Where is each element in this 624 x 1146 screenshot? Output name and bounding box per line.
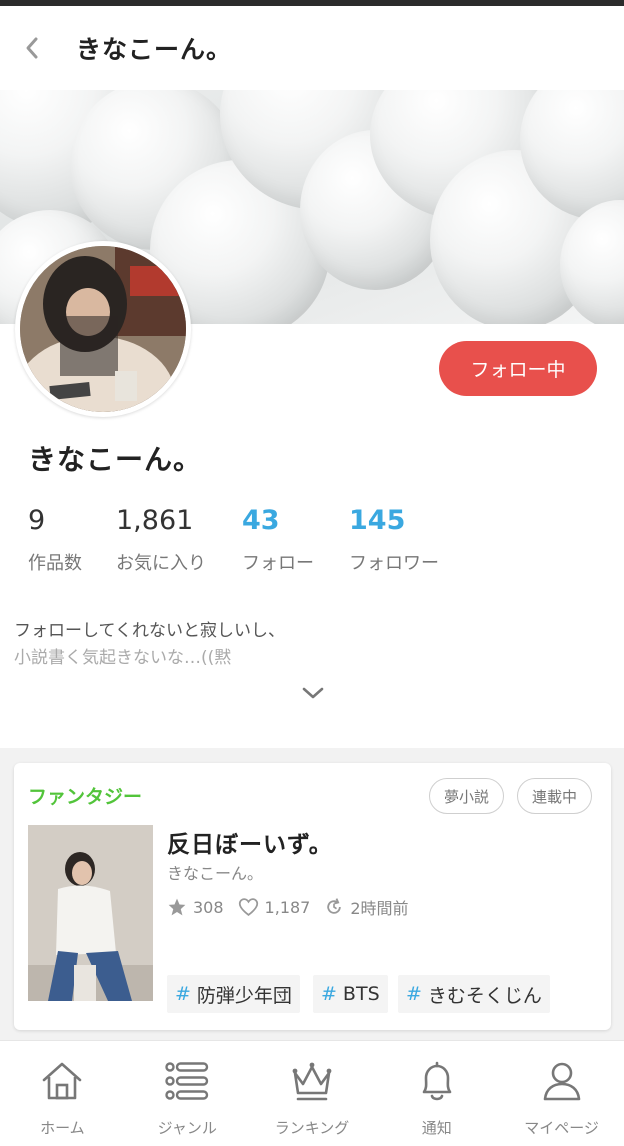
chevron-down-icon [302, 687, 324, 699]
hashtag-label: 防弾少年団 [196, 984, 292, 1007]
likes-count: 1,187 [238, 897, 311, 917]
stat-followers[interactable]: 145 フォロワー [349, 505, 439, 575]
hashtag-bts[interactable]: # BTS [313, 975, 388, 1013]
stat-favorites-value: 1,861 [116, 505, 194, 536]
top-bar: きなこーん。 [0, 6, 624, 90]
updated-time: 2時間前 [324, 895, 409, 919]
heart-icon [238, 898, 258, 916]
user-icon [543, 1062, 580, 1101]
page-title: きなこーん。 [76, 35, 233, 64]
stat-followers-label: フォロワー [349, 553, 439, 574]
back-button[interactable] [0, 6, 64, 90]
nav-home[interactable]: ホーム [0, 1041, 125, 1146]
avatar-photo [20, 246, 186, 412]
tag-dream-novel: 夢小説 [429, 778, 505, 814]
likes-value: 1,187 [264, 897, 311, 917]
nav-genre-label: ジャンル [157, 1119, 217, 1137]
expand-bio-button[interactable] [298, 680, 328, 706]
work-card[interactable]: ファンタジー 夢小説 連載中 反日ぼーいず。 きなこーん。 308 1,187 [14, 763, 611, 1030]
work-title: 反日ぼーいず。 [167, 832, 333, 858]
tag-serializing: 連載中 [517, 778, 593, 814]
hashtag-label: きむそくじん [427, 984, 542, 1007]
home-icon [43, 1062, 82, 1100]
hashtag-bts-kr[interactable]: # 防弾少年団 [167, 975, 300, 1013]
avatar[interactable] [15, 241, 191, 417]
stat-works-label: 作品数 [28, 553, 82, 574]
bell-icon [422, 1061, 452, 1101]
crown-icon [292, 1062, 332, 1101]
work-thumbnail [28, 825, 153, 1001]
stat-works: 9 作品数 [28, 505, 82, 575]
hashtag-kim-seokjin[interactable]: # きむそくじん [398, 975, 550, 1013]
chevron-left-icon [26, 37, 38, 59]
stat-followers-value: 145 [349, 505, 406, 536]
star-icon [168, 898, 186, 916]
list-icon [165, 1062, 209, 1100]
stat-following[interactable]: 43 フォロー [242, 505, 314, 575]
nav-home-label: ホーム [40, 1119, 85, 1137]
work-meta: 308 1,187 2時間前 [167, 895, 423, 919]
work-author: きなこーん。 [167, 864, 264, 883]
profile-bio: フォローしてくれないと寂しいし、 小説書く気起きないな…((黙 [14, 618, 285, 672]
stat-favorites: 1,861 お気に入り [116, 505, 206, 575]
hash-icon: # [175, 983, 191, 1005]
profile-name: きなこーん。 [28, 443, 203, 476]
nav-ranking[interactable]: ランキング [250, 1041, 375, 1146]
work-genre: ファンタジー [28, 786, 143, 808]
refresh-icon [327, 898, 342, 914]
nav-mypage-label: マイページ [524, 1119, 599, 1137]
nav-ranking-label: ランキング [274, 1119, 350, 1137]
stat-favorites-label: お気に入り [116, 553, 206, 574]
updated-value: 2時間前 [350, 899, 409, 918]
stat-following-label: フォロー [242, 553, 314, 574]
hashtag-label: BTS [342, 983, 380, 1005]
bio-line-faded: 小説書く気起きないな…((黙 [14, 648, 232, 668]
nav-genre[interactable]: ジャンル [125, 1041, 250, 1146]
hash-icon: # [406, 983, 422, 1005]
stars-count: 308 [167, 897, 224, 917]
following-button[interactable]: フォロー中 [439, 341, 597, 396]
bottom-nav: ホーム ジャンル ランキング 通知 マイページ [0, 1040, 624, 1146]
stat-following-value: 43 [242, 505, 280, 536]
nav-notifications-label: 通知 [421, 1119, 452, 1137]
stat-works-value: 9 [28, 505, 46, 536]
stars-value: 308 [193, 897, 224, 917]
hash-icon: # [321, 983, 337, 1005]
bio-line: フォローしてくれないと寂しいし、 [14, 621, 285, 641]
nav-mypage[interactable]: マイページ [499, 1041, 624, 1146]
nav-notifications[interactable]: 通知 [374, 1041, 499, 1146]
